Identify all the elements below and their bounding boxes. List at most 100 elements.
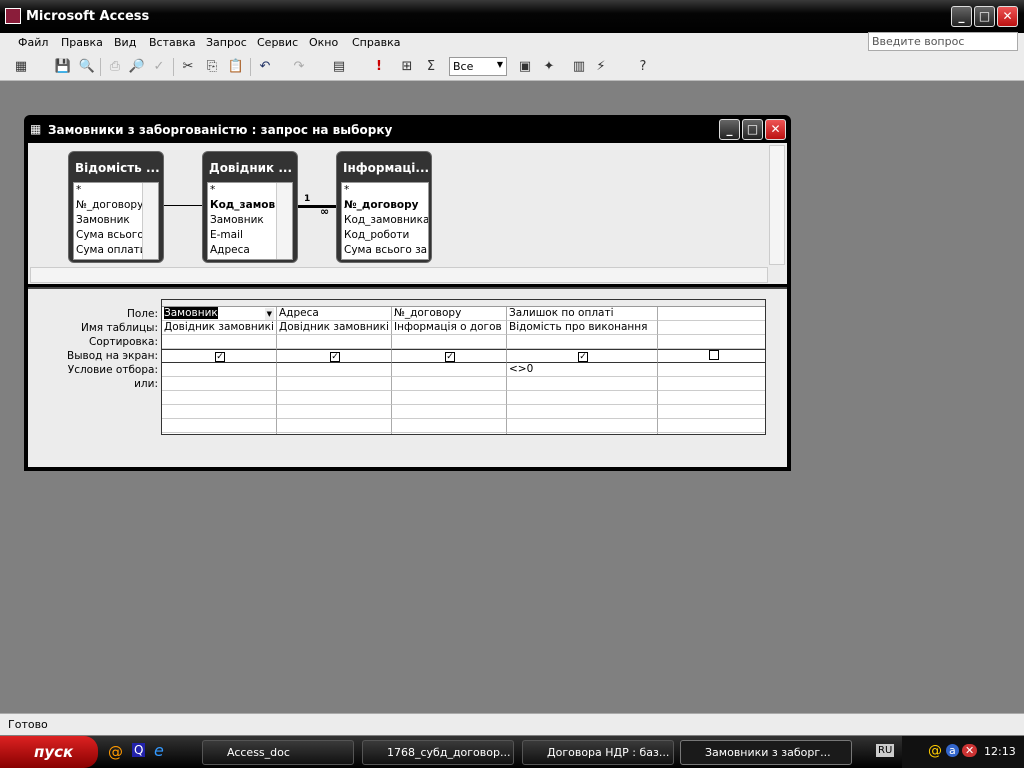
grid-or-cell[interactable] [277,391,392,405]
chevron-down-icon[interactable]: ▼ [264,308,274,320]
copy-icon[interactable]: ⎘ [203,58,221,76]
grid-vscroll[interactable] [765,300,766,435]
grid-or-cell[interactable] [658,377,765,391]
join-line[interactable] [164,205,202,206]
maximize-button[interactable]: □ [974,6,995,27]
grid-or-cell[interactable] [277,377,392,391]
grid-hscroll[interactable] [162,434,765,435]
cut-icon[interactable]: ✂ [179,58,197,76]
grid-show-cell[interactable]: ✓ [392,349,507,363]
help-icon[interactable]: ? [634,58,652,76]
grid-or-cell[interactable] [507,419,658,433]
grid-field-cell[interactable]: №_договору [392,307,507,321]
grid-criteria-cell[interactable]: <>0 [507,363,658,377]
query-close-button[interactable]: ✕ [765,119,786,140]
print-preview-icon[interactable]: 🔎 [128,58,146,76]
show-checkbox[interactable]: ✓ [215,352,225,362]
field-item[interactable]: * [342,183,428,198]
top-values-select[interactable]: Все ▼ [449,57,507,76]
save-icon[interactable]: 💾 [54,58,72,76]
new-object-icon[interactable]: ⚡ [592,58,610,76]
grid-or-cell[interactable] [507,405,658,419]
show-checkbox[interactable]: ✓ [445,352,455,362]
show-table-icon[interactable]: ⊞ [398,58,416,76]
query-minimize-button[interactable]: _ [719,119,740,140]
grid-table-cell[interactable]: Відомість про виконання [507,321,658,335]
task-database[interactable]: Договора НДР : баз... [522,740,674,765]
grid-or-cell[interactable] [277,419,392,433]
grid-sort-cell[interactable] [392,335,507,349]
grid-sort-cell[interactable] [277,335,392,349]
menu-edit[interactable]: Правка [61,36,103,49]
close-button[interactable]: ✕ [997,6,1018,27]
print-icon[interactable]: ⎙ [106,58,124,76]
grid-or-cell[interactable] [392,419,507,433]
undo-icon[interactable]: ↶ [256,58,274,76]
menu-file[interactable]: Файл [18,36,48,49]
field-item[interactable]: Сума всього за д [342,243,428,258]
grid-criteria-cell[interactable] [392,363,507,377]
properties-icon[interactable]: ▣ [516,58,534,76]
grid-table-cell[interactable]: Інформація о догов [392,321,507,335]
query-type-icon[interactable]: ▤ [330,58,348,76]
scrollbar[interactable] [142,183,158,259]
grid-or-cell[interactable] [162,419,277,433]
builder-icon[interactable]: ✦ [540,58,558,76]
mail-tray-icon[interactable]: @ [928,743,942,759]
minimize-button[interactable]: _ [951,6,972,27]
field-item[interactable]: Код_замовника [342,213,428,228]
field-item-key[interactable]: №_договору [342,198,428,213]
grid-or-cell[interactable] [162,391,277,405]
grid-or-cell[interactable] [392,391,507,405]
grid-or-cell[interactable] [507,391,658,405]
design-grid[interactable]: Замовник ▼ Довідник замовникі ✓ Адреса Довідн… [161,299,766,435]
start-button[interactable]: пуск [0,736,98,768]
field-list-informatsia[interactable]: Інформаці... * №_договору Код_замовника Код… [336,151,432,263]
grid-show-cell[interactable]: ✓ [507,349,658,363]
grid-field-cell[interactable]: Адреса [277,307,392,321]
run-icon[interactable]: ! [370,58,388,76]
menu-window[interactable]: Окно [309,36,338,49]
ask-question-input[interactable]: Введите вопрос [868,32,1018,51]
grid-or-cell[interactable] [658,391,765,405]
relationship-line[interactable] [298,205,336,208]
security-tray-icon[interactable]: ✕ [962,744,978,757]
antivirus-tray-icon[interactable]: a [946,744,959,757]
grid-field-cell[interactable]: Залишок по оплаті [507,307,658,321]
view-icon[interactable]: ▦ [12,58,30,76]
language-indicator[interactable]: RU [876,744,895,757]
grid-sort-cell[interactable] [507,335,658,349]
grid-show-cell[interactable]: ✓ [277,349,392,363]
grid-table-cell[interactable]: Довідник замовникі [277,321,392,335]
menu-help[interactable]: Справка [352,36,400,49]
task-query[interactable]: Замовники з заборг... [680,740,852,765]
mail-agent-icon[interactable]: @ [108,743,123,761]
grid-or-cell[interactable] [507,377,658,391]
paste-icon[interactable]: 📋 [227,58,245,76]
grid-criteria-cell[interactable] [162,363,277,377]
grid-or-cell[interactable] [277,405,392,419]
grid-field-cell[interactable]: Замовник ▼ [162,307,277,321]
grid-or-cell[interactable] [162,377,277,391]
grid-or-cell[interactable] [658,405,765,419]
spelling-icon[interactable]: ✓ [150,58,168,76]
grid-field-cell[interactable] [658,307,765,321]
grid-or-cell[interactable] [392,405,507,419]
database-window-icon[interactable]: ▥ [570,58,588,76]
grid-table-cell[interactable]: Довідник замовникі [162,321,277,335]
show-checkbox[interactable]: ✓ [578,352,588,362]
scrollbar[interactable] [276,183,292,259]
table-pane-vscroll[interactable] [769,145,785,265]
grid-criteria-cell[interactable] [277,363,392,377]
show-checkbox[interactable] [708,350,719,360]
task-access-doc[interactable]: Access_doc [202,740,354,765]
grid-show-cell[interactable]: ✓ [162,349,277,363]
menu-tools[interactable]: Сервис [257,36,298,49]
column-selectors[interactable] [162,300,765,307]
table-pane-hscroll[interactable] [30,267,768,283]
redo-icon[interactable]: ↷ [290,58,308,76]
show-checkbox[interactable]: ✓ [330,352,340,362]
totals-sigma-icon[interactable]: Σ [422,58,440,76]
grid-or-cell[interactable] [658,419,765,433]
field-list-dovidnyk[interactable]: Довідник ... *Код_замовникаЗамовникE-mai… [202,151,298,263]
